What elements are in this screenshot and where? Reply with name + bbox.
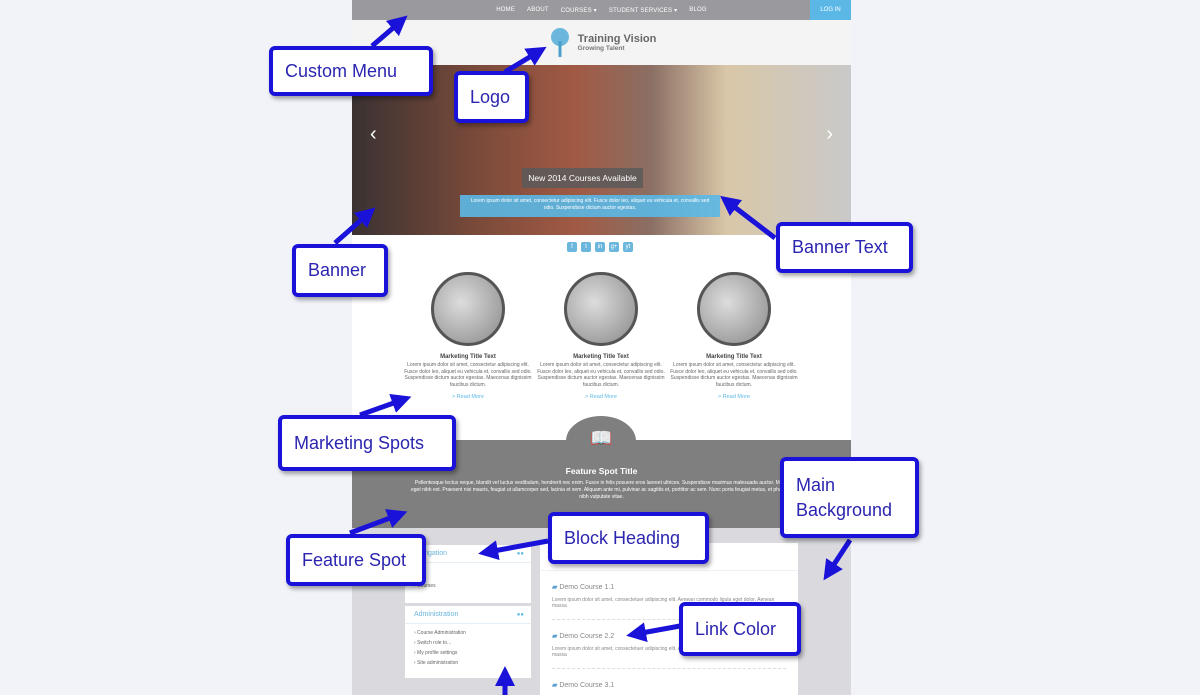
callout-marketing-spots: Marketing Spots [278, 415, 456, 471]
arrow-link-color [626, 622, 681, 643]
callout-feature-spot: Feature Spot [286, 534, 426, 586]
arrow-banner-text [720, 195, 777, 240]
arrow-logo [503, 46, 547, 75]
callout-logo: Logo [454, 71, 529, 123]
callout-banner-text: Banner Text [776, 222, 913, 273]
callout-link-color: Link Color [679, 602, 801, 656]
arrow-feature [349, 509, 408, 536]
callout-block-heading: Block Heading [548, 512, 709, 564]
annotation-arrows [333, 15, 853, 695]
arrow-main-bg [823, 538, 853, 581]
callout-banner: Banner [292, 244, 388, 297]
arrow-banner [333, 207, 376, 245]
callout-custom-menu: Custom Menu [269, 46, 433, 96]
arrow-block-heading [478, 538, 549, 561]
arrow-marketing [359, 393, 412, 418]
callout-main-background: Main Background [780, 457, 919, 538]
arrow-custom-menu [370, 15, 408, 48]
